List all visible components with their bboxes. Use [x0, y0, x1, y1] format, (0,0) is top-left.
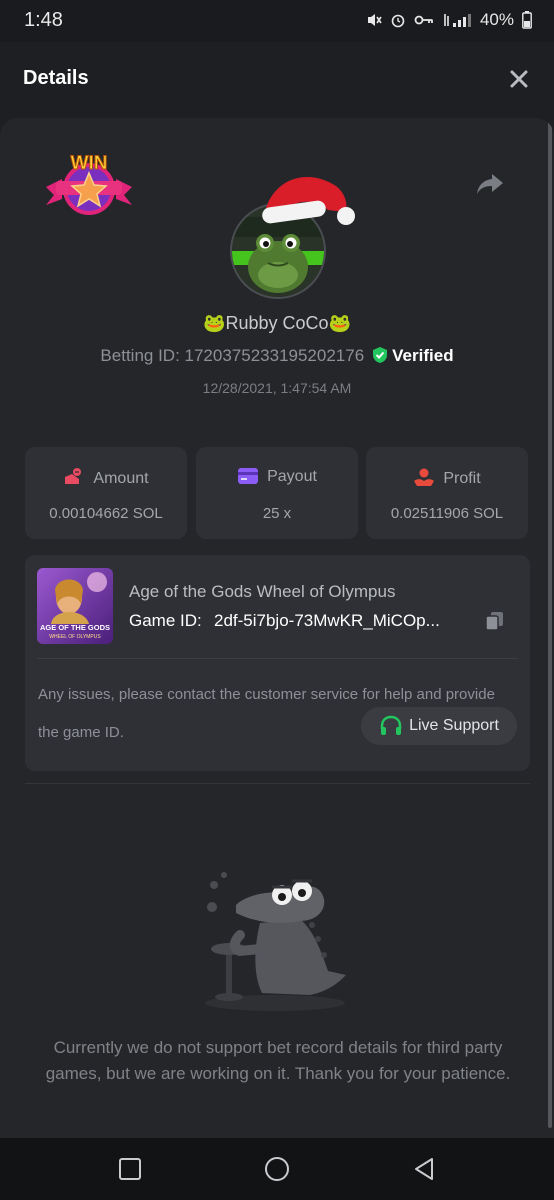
live-support-button[interactable]: Live Support [361, 707, 517, 745]
stat-card-payout: Payout 25 x [196, 447, 358, 539]
status-bar: 1:48 40% [0, 0, 554, 42]
status-time: 1:48 [24, 9, 63, 31]
page-title: Details [23, 67, 89, 89]
stat-card-amount: Amount 0.00104662 SOL [25, 447, 187, 539]
verified-shield-icon [373, 347, 388, 363]
recent-apps-icon[interactable] [117, 1156, 143, 1182]
divider [37, 658, 518, 659]
santa-hat-icon [262, 177, 355, 225]
betting-id: Betting ID: 1720375233195202176 [100, 346, 365, 365]
win-badge-label: WIN [71, 153, 108, 174]
battery-percent: 40% [479, 10, 514, 29]
thumb-subtitle: WHEEL OF OLYMPUS [49, 634, 101, 640]
copy-icon[interactable] [484, 610, 506, 632]
share-icon[interactable] [476, 172, 504, 196]
stat-value: 0.00104662 SOL [49, 505, 163, 522]
stat-label: Amount [93, 470, 149, 487]
thumb-title: AGE OF THE GODS [40, 623, 110, 632]
stat-head: Profit [366, 467, 528, 488]
stat-card-profit: Profit 0.02511906 SOL [366, 447, 528, 539]
signal-icon [444, 14, 471, 27]
stat-head: Amount [25, 467, 187, 488]
close-icon[interactable] [508, 68, 530, 90]
section-divider [25, 783, 530, 784]
amount-icon [65, 468, 82, 484]
crocodile-illustration-icon [205, 872, 346, 1011]
verified-label: Verified [392, 346, 454, 365]
stat-value: 0.02511906 SOL [390, 505, 504, 522]
profit-icon [414, 468, 435, 486]
game-id-label: Game ID: [129, 611, 202, 630]
details-sheet: WIN 🐸Rubby CoCo🐸 Betting ID: 17203752331… [0, 118, 554, 1138]
game-thumbnail[interactable]: AGE OF THE GODS WHEEL OF OLYMPUS [37, 568, 113, 644]
game-id-value: 2df-5i7bjo-73MwKR_MiCOp... [214, 611, 440, 630]
stat-label: Payout [267, 468, 317, 485]
home-icon[interactable] [264, 1156, 290, 1182]
status-icons: 40% [366, 10, 532, 30]
user-name: 🐸Rubby CoCo🐸 [203, 313, 351, 333]
live-support-label: Live Support [409, 717, 499, 734]
mute-icon [367, 14, 382, 26]
header: Details [0, 42, 554, 118]
stat-head: Payout [196, 467, 358, 486]
back-icon[interactable] [411, 1156, 437, 1182]
headset-icon [380, 715, 402, 735]
stat-value: 25 x [262, 505, 292, 522]
third-party-notice: Currently we do not support bet record d… [45, 1038, 511, 1083]
game-thumbnail-image: AGE OF THE GODS WHEEL OF OLYMPUS [37, 568, 113, 644]
payout-icon [238, 468, 259, 484]
win-badge-icon: WIN [46, 153, 132, 215]
betting-id-row: Betting ID: 1720375233195202176 Verified [0, 346, 554, 366]
scrollbar[interactable] [548, 118, 552, 1128]
key-icon [414, 15, 433, 25]
battery-icon [522, 11, 532, 29]
system-nav-bar [0, 1138, 554, 1200]
stat-label: Profit [443, 470, 481, 487]
game-card: AGE OF THE GODS WHEEL OF OLYMPUS Age of … [25, 555, 530, 771]
alarm-icon [391, 14, 405, 28]
bet-timestamp: 12/28/2021, 1:47:54 AM [202, 380, 352, 396]
game-title: Age of the Gods Wheel of Olympus [129, 582, 396, 601]
